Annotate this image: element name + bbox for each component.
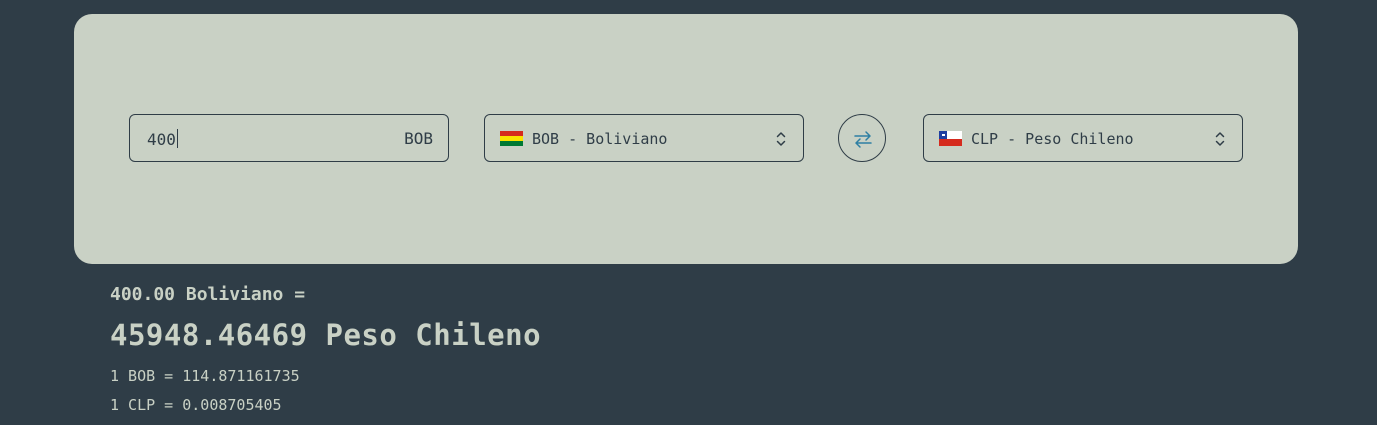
exchange-rate-from: 1 BOB = 114.871161735 [110,367,300,385]
text-caret [176,129,178,148]
chevron-up-down-icon [776,132,786,146]
chevron-up-down-icon [1215,132,1225,146]
exchange-rate-to: 1 CLP = 0.008705405 [110,396,282,414]
from-currency-select[interactable]: BOB - Boliviano [484,114,804,162]
amount-input-value[interactable]: 400 [147,129,178,149]
bolivia-flag-icon [500,131,523,146]
amount-currency-code: BOB [404,129,433,148]
to-currency-select[interactable]: CLP - Peso Chileno [923,114,1243,162]
swap-currencies-button[interactable] [838,114,886,162]
chile-flag-icon [939,131,962,146]
to-currency-label: CLP - Peso Chileno [971,130,1134,148]
result-converted-amount: 45948.46469 Peso Chileno [110,318,542,352]
result-from-amount: 400.00 Boliviano = [110,284,306,305]
from-currency-label: BOB - Boliviano [532,130,668,148]
swap-arrows-icon [854,131,872,148]
amount-input[interactable]: 400 BOB [129,114,449,162]
converter-card: 400 BOB BOB - Boliviano CLP - Peso Chile… [74,14,1298,264]
